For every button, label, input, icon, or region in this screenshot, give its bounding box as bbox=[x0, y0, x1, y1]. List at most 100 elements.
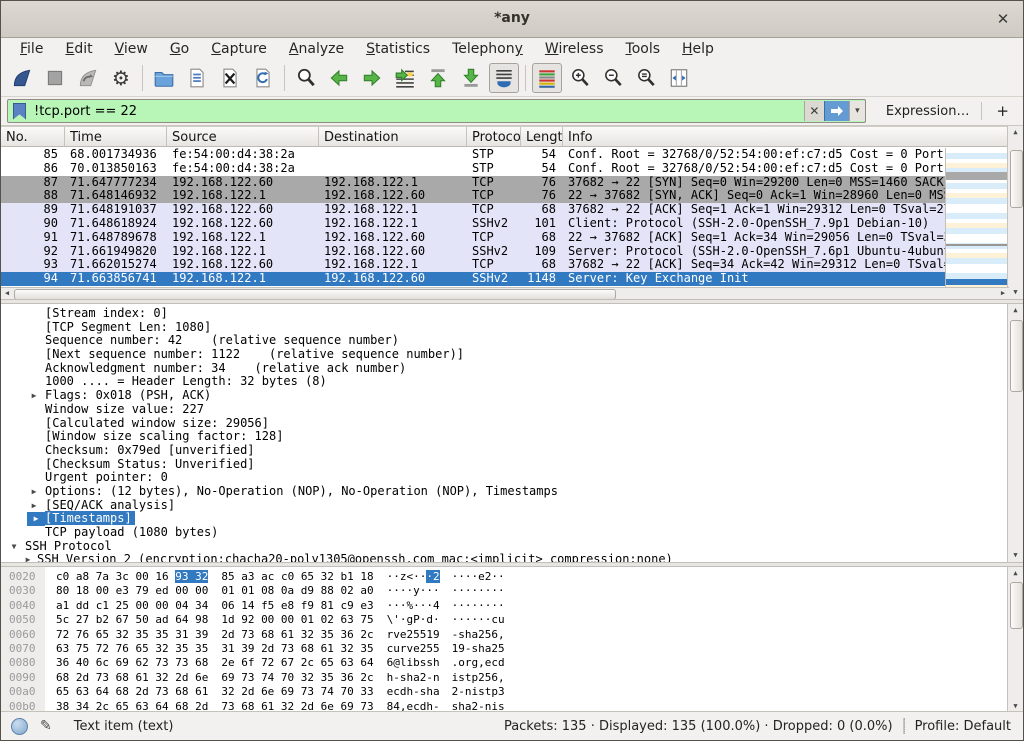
scroll-thumb[interactable] bbox=[1010, 582, 1023, 629]
detail-line[interactable]: [TCP Segment Len: 1080] bbox=[1, 321, 1023, 335]
menu-view[interactable]: View bbox=[104, 41, 159, 57]
detail-line[interactable]: [Calculated window size: 29056] bbox=[1, 417, 1023, 431]
close-icon[interactable]: ✕ bbox=[993, 9, 1013, 29]
filter-clear-icon[interactable]: ✕ bbox=[804, 101, 824, 121]
packet-list-hscrollbar[interactable]: ◀ ▶ bbox=[1, 287, 1009, 299]
detail-line-ssh-protocol[interactable]: ▼SSH Protocol bbox=[1, 540, 1023, 554]
detail-line[interactable]: Window size value: 227 bbox=[1, 403, 1023, 417]
go-back-button[interactable] bbox=[324, 63, 354, 93]
detail-line[interactable]: Sequence number: 42 (relative sequence n… bbox=[1, 334, 1023, 348]
add-filter-button[interactable]: + bbox=[988, 102, 1017, 120]
detail-line[interactable]: Checksum: 0x79ed [unverified] bbox=[1, 444, 1023, 458]
auto-scroll-button[interactable] bbox=[489, 63, 519, 93]
detail-line[interactable]: [Checksum Status: Unverified] bbox=[1, 458, 1023, 472]
reload-file-button[interactable] bbox=[248, 63, 278, 93]
detail-line[interactable]: [Window size scaling factor: 128] bbox=[1, 430, 1023, 444]
packet-row-91[interactable]: 9171.648789678192.168.122.1192.168.122.6… bbox=[1, 231, 945, 245]
menu-file[interactable]: File bbox=[9, 41, 54, 57]
resize-columns-button[interactable] bbox=[664, 63, 694, 93]
expander-icon[interactable]: ▶ bbox=[27, 485, 41, 499]
filter-apply-button[interactable] bbox=[824, 101, 849, 121]
hex-row[interactable]: 008036 40 6c 69 62 73 73 682e 6f 72 67 2… bbox=[1, 656, 1023, 670]
display-filter-input[interactable] bbox=[32, 103, 804, 120]
expander-icon[interactable]: ▶ bbox=[27, 512, 45, 526]
detail-vscrollbar[interactable]: ▲ ▼ bbox=[1007, 304, 1023, 562]
detail-line[interactable]: TCP payload (1080 bytes) bbox=[1, 526, 1023, 540]
hex-row[interactable]: 00a065 63 64 68 2d 73 68 6132 2d 6e 69 7… bbox=[1, 685, 1023, 699]
menu-statistics[interactable]: Statistics bbox=[355, 41, 441, 57]
zoom-reset-button[interactable] bbox=[631, 63, 661, 93]
col-time[interactable]: Time bbox=[65, 127, 167, 146]
status-profile[interactable]: Profile: Default bbox=[915, 719, 1011, 734]
col-no[interactable]: No. bbox=[1, 127, 65, 146]
capture-options-button[interactable]: ⚙ bbox=[106, 63, 136, 93]
go-to-packet-button[interactable] bbox=[390, 63, 420, 93]
hex-row[interactable]: 00505c 27 b2 67 50 ad 64 981d 92 00 00 0… bbox=[1, 613, 1023, 627]
expander-icon[interactable]: ▶ bbox=[27, 389, 41, 403]
go-forward-button[interactable] bbox=[357, 63, 387, 93]
expression-button[interactable]: Expression… bbox=[880, 104, 976, 119]
go-to-top-button[interactable] bbox=[423, 63, 453, 93]
expert-info-icon[interactable] bbox=[11, 718, 28, 735]
packet-row-87[interactable]: 8771.647777234192.168.122.60192.168.122.… bbox=[1, 176, 945, 190]
col-source[interactable]: Source bbox=[167, 127, 319, 146]
detail-line[interactable]: Acknowledgment number: 34 (relative ack … bbox=[1, 362, 1023, 376]
hex-row[interactable]: 003080 18 00 e3 79 ed 00 0001 01 08 0a d… bbox=[1, 584, 1023, 598]
hex-row[interactable]: 006072 76 65 32 35 35 31 392d 73 68 61 3… bbox=[1, 628, 1023, 642]
detail-line-timestamps-selected[interactable]: ▶[Timestamps] bbox=[1, 512, 1023, 526]
filter-dropdown-icon[interactable]: ▾ bbox=[849, 101, 865, 121]
hex-row[interactable]: 0020c0 a8 7a 3c 00 16 93 3285 a3 ac c0 6… bbox=[1, 570, 1023, 584]
packet-row-90[interactable]: 9071.648618924192.168.122.60192.168.122.… bbox=[1, 217, 945, 231]
find-packet-button[interactable] bbox=[291, 63, 321, 93]
col-length[interactable]: Length bbox=[521, 127, 563, 146]
go-to-bottom-button[interactable] bbox=[456, 63, 486, 93]
packet-row-88[interactable]: 8871.648146932192.168.122.1192.168.122.6… bbox=[1, 189, 945, 203]
col-protocol[interactable]: Protocol bbox=[467, 127, 521, 146]
packet-minimap[interactable] bbox=[945, 148, 1009, 287]
col-info[interactable]: Info bbox=[563, 127, 1009, 146]
scroll-thumb[interactable] bbox=[1010, 320, 1023, 392]
scroll-left-icon[interactable]: ◀ bbox=[1, 288, 13, 299]
detail-line-options[interactable]: ▶Options: (12 bytes), No-Operation (NOP)… bbox=[1, 485, 1023, 499]
capture-comment-icon[interactable]: ✎ bbox=[40, 718, 52, 734]
detail-line-flags[interactable]: ▶Flags: 0x018 (PSH, ACK) bbox=[1, 389, 1023, 403]
detail-line-seq-ack[interactable]: ▶[SEQ/ACK analysis] bbox=[1, 499, 1023, 513]
packet-row-94-selected[interactable]: 9471.663856741192.168.122.1192.168.122.6… bbox=[1, 272, 945, 286]
menu-help[interactable]: Help bbox=[671, 41, 725, 57]
menu-go[interactable]: Go bbox=[159, 41, 200, 57]
close-file-button[interactable] bbox=[215, 63, 245, 93]
scroll-right-icon[interactable]: ▶ bbox=[997, 288, 1009, 299]
expander-icon[interactable]: ▼ bbox=[7, 540, 21, 554]
menu-tools[interactable]: Tools bbox=[615, 41, 672, 57]
scroll-thumb[interactable] bbox=[1010, 150, 1023, 208]
detail-line[interactable]: [Stream index: 0] bbox=[1, 307, 1023, 321]
expander-icon[interactable]: ▶ bbox=[27, 499, 41, 513]
scroll-up-icon[interactable]: ▲ bbox=[1008, 304, 1023, 317]
packet-row-89[interactable]: 8971.648191037192.168.122.60192.168.122.… bbox=[1, 203, 945, 217]
detail-line[interactable]: Urgent pointer: 0 bbox=[1, 471, 1023, 485]
hex-row[interactable]: 007063 75 72 76 65 32 35 3531 39 2d 73 6… bbox=[1, 642, 1023, 656]
packet-row-93[interactable]: 9371.662015274192.168.122.60192.168.122.… bbox=[1, 258, 945, 272]
menu-edit[interactable]: Edit bbox=[54, 41, 103, 57]
zoom-out-button[interactable] bbox=[598, 63, 628, 93]
zoom-in-button[interactable] bbox=[565, 63, 595, 93]
save-file-button[interactable] bbox=[182, 63, 212, 93]
open-file-button[interactable] bbox=[149, 63, 179, 93]
hex-row[interactable]: 0040a1 dd c1 25 00 00 04 3406 14 f5 e8 f… bbox=[1, 599, 1023, 613]
packet-row-86[interactable]: 8670.013850163fe:54:00:d4:38:2aSTP54Conf… bbox=[1, 162, 945, 176]
hex-vscrollbar[interactable]: ▲ ▼ bbox=[1007, 567, 1023, 713]
packet-row-85[interactable]: 8568.001734936fe:54:00:d4:38:2aSTP54Conf… bbox=[1, 148, 945, 162]
restart-capture-button[interactable] bbox=[73, 63, 103, 93]
packet-list-vscrollbar[interactable]: ▲ ▼ bbox=[1007, 126, 1023, 299]
detail-line[interactable]: [Next sequence number: 1122 (relative se… bbox=[1, 348, 1023, 362]
stop-capture-button[interactable] bbox=[40, 63, 70, 93]
packet-row-92[interactable]: 9271.661949820192.168.122.1192.168.122.6… bbox=[1, 245, 945, 259]
scroll-down-icon[interactable]: ▼ bbox=[1008, 549, 1023, 562]
colorize-button[interactable] bbox=[532, 63, 562, 93]
scroll-up-icon[interactable]: ▲ bbox=[1008, 567, 1023, 580]
title-bar[interactable]: *any ✕ bbox=[1, 1, 1023, 38]
start-capture-button[interactable] bbox=[7, 63, 37, 93]
bookmark-icon[interactable] bbox=[13, 103, 26, 120]
menu-capture[interactable]: Capture bbox=[200, 41, 278, 57]
menu-wireless[interactable]: Wireless bbox=[534, 41, 615, 57]
